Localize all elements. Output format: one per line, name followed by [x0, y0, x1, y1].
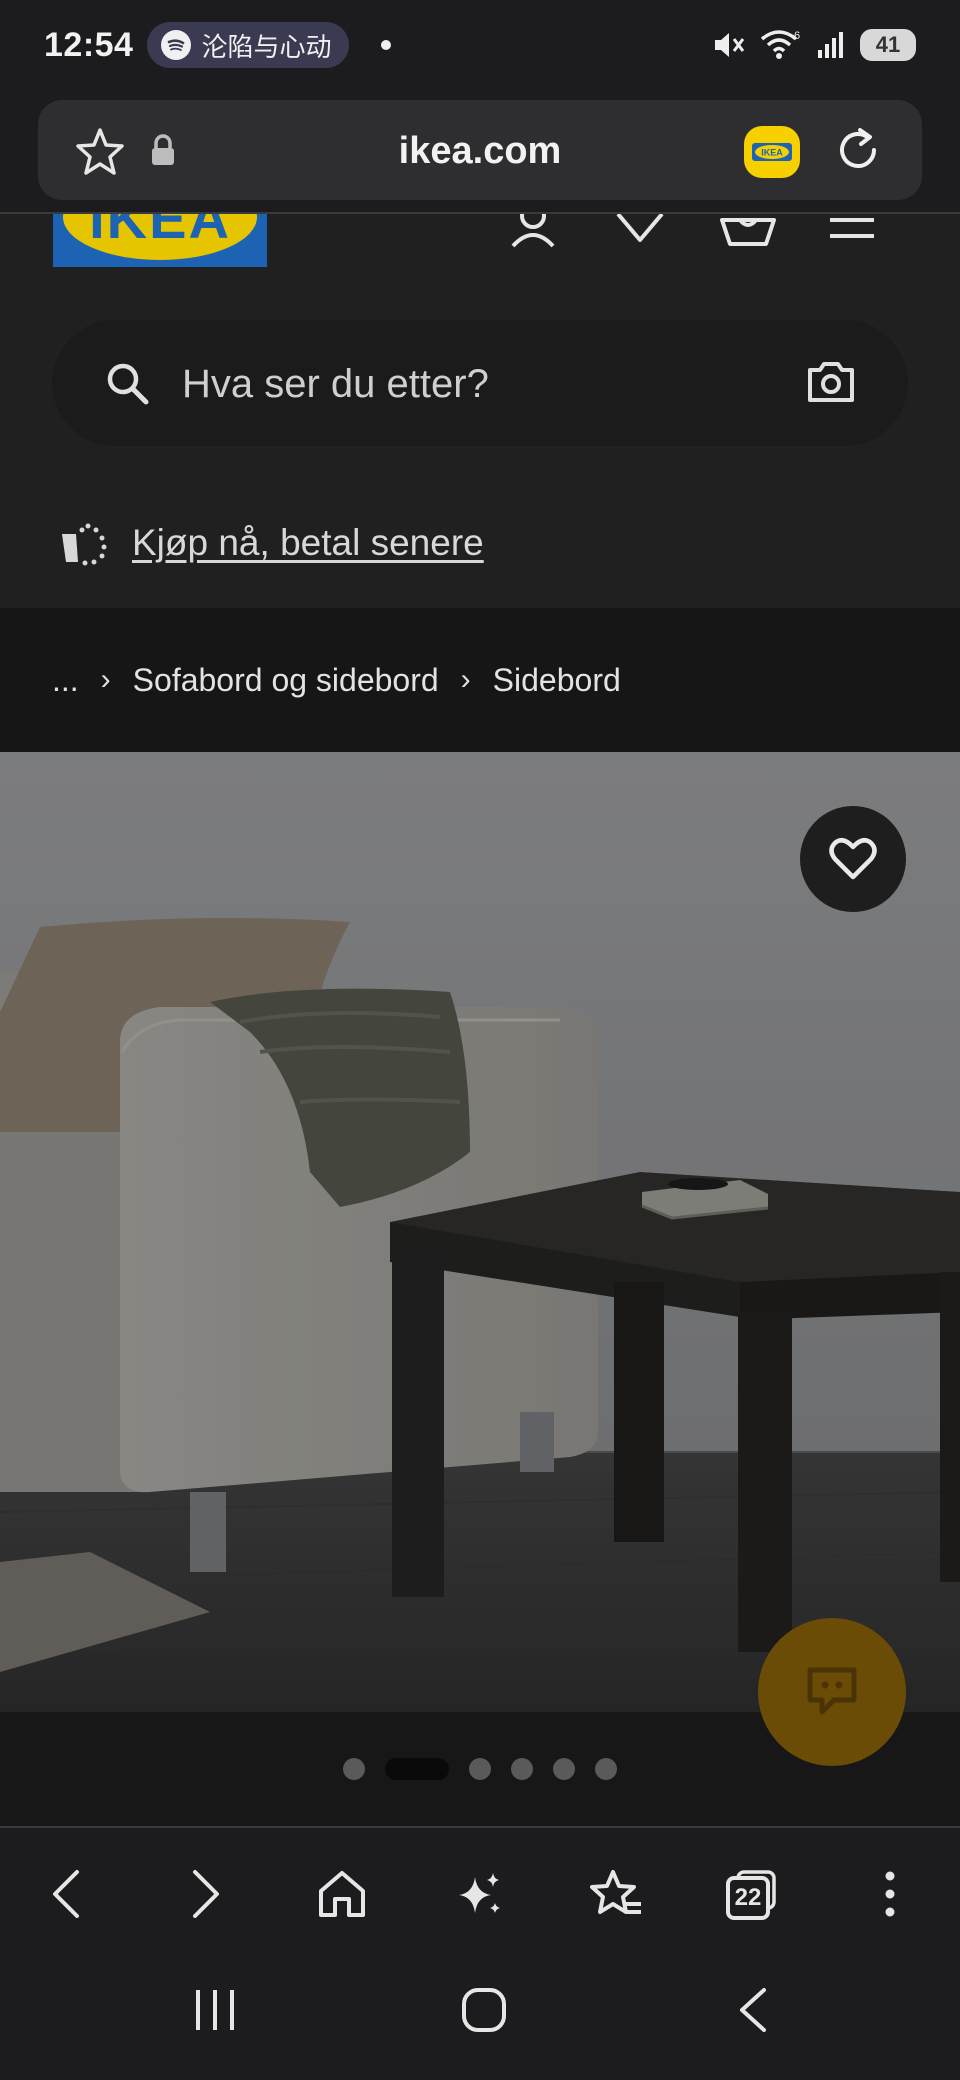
page: 12:54 沦陷与心动 6 41 ikea.com IKEA IKEA Hva …	[0, 0, 960, 2080]
sparkle-icon	[459, 1873, 500, 1913]
heart-icon	[829, 838, 877, 880]
site-header: IKEA Hva ser du etter? Kjøp nå, betal se…	[0, 214, 960, 608]
add-to-wishlist-button[interactable]	[800, 806, 906, 912]
carousel-dot[interactable]	[511, 1758, 533, 1780]
menu-icon[interactable]	[828, 214, 876, 248]
breadcrumb-item[interactable]: Sofabord og sidebord	[133, 662, 439, 699]
forward-icon	[193, 1870, 219, 1918]
wishlist-icon[interactable]	[612, 214, 668, 248]
search-input[interactable]: Hva ser du etter?	[182, 362, 489, 407]
carousel-dot[interactable]	[553, 1758, 575, 1780]
ikea-extension-icon[interactable]: IKEA	[744, 126, 800, 178]
chevron-right-icon: ›	[100, 663, 111, 696]
address-bar[interactable]: ikea.com IKEA	[38, 100, 922, 200]
recents-icon[interactable]	[192, 1986, 238, 2034]
carousel-dot[interactable]	[595, 1758, 617, 1780]
search-bar[interactable]: Hva ser du etter?	[52, 320, 908, 446]
camera-icon[interactable]	[806, 360, 856, 404]
chat-button[interactable]	[758, 1618, 906, 1766]
status-time: 12:54	[44, 25, 134, 64]
more-options-button[interactable]	[860, 1864, 920, 1924]
battery-indicator: 41	[860, 29, 916, 61]
mute-icon	[715, 33, 745, 57]
notification-dot-icon	[381, 40, 392, 50]
carousel-dot[interactable]	[469, 1758, 491, 1780]
spotify-icon	[161, 30, 192, 60]
back-button[interactable]	[36, 1864, 96, 1924]
product-image-carousel[interactable]	[0, 752, 960, 1712]
ikea-logo[interactable]: IKEA	[53, 214, 267, 267]
wifi-icon: 6	[760, 30, 800, 59]
browser-toolbar: 22	[0, 1826, 960, 1956]
ai-assistant-button[interactable]	[450, 1864, 510, 1924]
logo-text: IKEA	[89, 214, 231, 250]
tabs-button[interactable]: 22	[722, 1864, 782, 1924]
bnpl-label[interactable]: Kjøp nå, betal senere	[132, 522, 484, 564]
wifi-badge: 6	[794, 30, 800, 42]
home-button[interactable]	[312, 1864, 372, 1924]
bnpl-icon	[62, 523, 107, 566]
status-icons: 6 41	[712, 29, 916, 61]
media-notification-pill[interactable]: 沦陷与心动	[147, 22, 350, 68]
home-icon	[319, 1871, 365, 1917]
status-bar: 12:54 沦陷与心动 6 41	[0, 0, 960, 90]
svg-text:IKEA: IKEA	[761, 148, 783, 158]
more-icon	[885, 1871, 895, 1917]
tab-count: 22	[726, 1876, 770, 1920]
cart-icon[interactable]	[718, 214, 778, 248]
breadcrumb-item-current[interactable]: Sidebord	[493, 662, 621, 699]
back-nav-icon[interactable]	[736, 1986, 770, 2034]
browser-address-area: ikea.com IKEA	[0, 90, 960, 214]
back-icon	[53, 1870, 79, 1918]
carousel-dot-active[interactable]	[385, 1758, 449, 1780]
media-title: 沦陷与心动	[201, 32, 332, 63]
search-icon	[107, 363, 149, 405]
account-icon[interactable]	[506, 214, 560, 248]
buy-now-pay-later-link[interactable]: Kjøp nå, betal senere	[58, 520, 484, 566]
carousel-dot[interactable]	[343, 1758, 365, 1780]
home-nav-icon[interactable]	[460, 1986, 508, 2034]
bookmarks-icon	[590, 1870, 641, 1914]
breadcrumb: ... › Sofabord og sidebord › Sidebord	[0, 608, 960, 752]
forward-button[interactable]	[176, 1864, 236, 1924]
chevron-right-icon: ›	[460, 663, 471, 696]
breadcrumb-ellipsis[interactable]: ...	[52, 662, 79, 699]
reload-icon[interactable]	[830, 122, 886, 178]
chat-icon	[807, 1667, 857, 1715]
system-navigation-bar	[0, 1956, 960, 2080]
signal-icon	[818, 32, 843, 58]
bookmarks-button[interactable]	[586, 1864, 646, 1924]
